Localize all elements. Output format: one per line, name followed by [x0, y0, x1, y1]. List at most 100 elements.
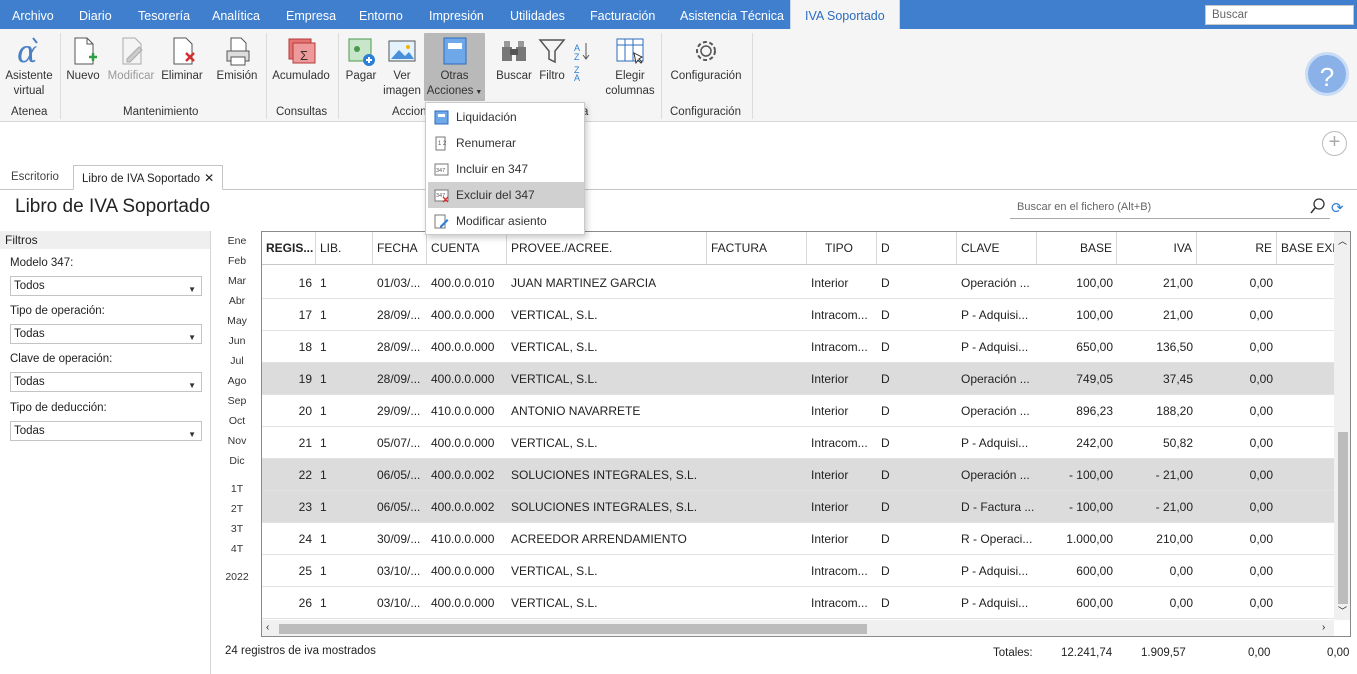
menu-item-liquidacion[interactable]: Liquidación — [428, 104, 584, 130]
elegir-columnas-button[interactable]: Elegir columnas — [604, 35, 656, 99]
menu-item-modificar-asiento[interactable]: Modificar asiento — [428, 208, 584, 234]
col-header-tipo[interactable]: TIPO — [807, 232, 877, 264]
filter-select-tipo-operacion[interactable]: Todas ▼ — [10, 324, 202, 344]
menu-archivo[interactable]: Archivo — [12, 0, 54, 29]
filter-select-tipo-deduccion[interactable]: Todas ▼ — [10, 421, 202, 441]
menu-facturacion[interactable]: Facturación — [590, 0, 655, 29]
quarter-4t[interactable]: 4T — [222, 543, 252, 555]
table-row[interactable]: 25 1 03/10/... 400.0.0.000 VERTICAL, S.L. Int… — [262, 555, 1334, 587]
table-row[interactable]: 22 1 06/05/... 400.0.0.002 SOLUCIONES INTEGR… — [262, 459, 1334, 491]
file-search-input[interactable]: Buscar en el fichero (Alt+B) — [1010, 195, 1330, 219]
menu-impresion[interactable]: Impresión — [429, 0, 484, 29]
month-may[interactable]: May — [222, 315, 252, 327]
asistente-virtual-button[interactable]: α Asistente virtual — [4, 35, 54, 99]
cell-fecha: 28/09/... — [377, 372, 421, 386]
month-feb[interactable]: Feb — [222, 255, 252, 267]
quarter-3t[interactable]: 3T — [222, 523, 252, 535]
col-header-fecha[interactable]: FECHA — [373, 232, 427, 264]
table-row[interactable]: 18 1 28/09/... 400.0.0.000 VERTICAL, S.L. Int… — [262, 331, 1334, 363]
scroll-left-icon[interactable]: ‹ — [266, 622, 269, 633]
filter-select-clave-operacion[interactable]: Todas ▼ — [10, 372, 202, 392]
table-row[interactable]: 20 1 29/09/... 410.0.0.000 ANTONIO NAVARRETE… — [262, 395, 1334, 427]
configuracion-button[interactable]: Configuración — [666, 35, 746, 84]
col-header-base[interactable]: BASE — [1037, 232, 1117, 264]
menu-asistencia-tecnica[interactable]: Asistencia Técnica — [680, 0, 784, 29]
menu-utilidades[interactable]: Utilidades — [510, 0, 565, 29]
col-header-d[interactable]: D — [877, 232, 957, 264]
help-button[interactable]: ? — [1305, 52, 1349, 96]
menu-entorno[interactable]: Entorno — [359, 0, 403, 29]
menu-item-excluir-347[interactable]: 347 Excluir del 347 — [428, 182, 584, 208]
year-2022[interactable]: 2022 — [222, 571, 252, 583]
month-jun[interactable]: Jun — [222, 335, 252, 347]
table-row[interactable]: 17 1 28/09/... 400.0.0.000 VERTICAL, S.L. Int… — [262, 299, 1334, 331]
global-search-input[interactable]: Buscar — [1205, 5, 1354, 25]
col-header-clave[interactable]: CLAVE — [957, 232, 1037, 264]
filtro-button[interactable]: Filtro — [535, 35, 569, 84]
col-header-factura[interactable]: FACTURA — [707, 232, 807, 264]
total-base: 12.241,74 — [1061, 647, 1113, 659]
close-icon[interactable]: ✕ — [204, 171, 214, 185]
search-icon[interactable] — [1310, 198, 1326, 214]
cell-libro: 1 — [320, 596, 327, 610]
menu-item-incluir-347[interactable]: 347 Incluir en 347 — [428, 156, 584, 182]
plus-icon: + — [1328, 131, 1341, 153]
vertical-scrollbar[interactable]: ︿ ﹀ — [1334, 232, 1350, 620]
vertical-scroll-thumb[interactable] — [1338, 432, 1348, 604]
month-dic[interactable]: Dic — [222, 455, 252, 467]
acumulado-button[interactable]: Σ Acumulado — [270, 35, 332, 84]
horizontal-scrollbar[interactable]: ‹ › — [262, 620, 1334, 636]
menu-iva-soportado[interactable]: IVA Soportado — [790, 0, 900, 29]
month-mar[interactable]: Mar — [222, 275, 252, 287]
horizontal-scroll-thumb[interactable] — [279, 624, 867, 634]
cell-proveedor: ACREEDOR ARRENDAMIENTO — [511, 532, 687, 546]
modificar-button[interactable]: Modificar — [104, 35, 158, 84]
col-header-cuenta[interactable]: CUENTA — [427, 232, 507, 264]
col-header-libro[interactable]: LIB. — [316, 232, 373, 264]
refresh-icon[interactable]: ⟳ — [1331, 199, 1344, 217]
menu-item-renumerar[interactable]: 1 2 Renumerar — [428, 130, 584, 156]
buscar-button[interactable]: Buscar — [495, 35, 533, 84]
exclude-347-icon: 347 — [434, 189, 449, 203]
col-header-iva[interactable]: IVA — [1117, 232, 1197, 264]
table-row[interactable]: 24 1 30/09/... 410.0.0.000 ACREEDOR ARRENDAM… — [262, 523, 1334, 555]
col-header-re[interactable]: RE — [1197, 232, 1277, 264]
quarter-2t[interactable]: 2T — [222, 503, 252, 515]
menu-tesoreria[interactable]: Tesorería — [138, 0, 190, 29]
menu-diario[interactable]: Diario — [79, 0, 112, 29]
month-abr[interactable]: Abr — [222, 295, 252, 307]
tab-escritorio[interactable]: Escritorio — [3, 165, 67, 190]
add-tab-button[interactable]: + — [1322, 131, 1347, 156]
month-sep[interactable]: Sep — [222, 395, 252, 407]
nuevo-button[interactable]: Nuevo — [64, 35, 102, 84]
emision-button[interactable]: Emisión — [214, 35, 260, 84]
month-ene[interactable]: Ene — [222, 235, 252, 247]
scroll-down-icon[interactable]: ﹀ — [1338, 604, 1347, 617]
otras-acciones-button[interactable]: Otras Acciones ▼ — [424, 33, 485, 101]
pagar-button[interactable]: Pagar — [342, 35, 380, 84]
quarter-1t[interactable]: 1T — [222, 483, 252, 495]
scroll-right-icon[interactable]: › — [1322, 622, 1325, 633]
month-nov[interactable]: Nov — [222, 435, 252, 447]
month-jul[interactable]: Jul — [222, 355, 252, 367]
menu-empresa[interactable]: Empresa — [286, 0, 336, 29]
cell-proveedor: SOLUCIONES INTEGRALES, S.L. — [511, 468, 698, 482]
table-row[interactable]: 19 1 28/09/... 400.0.0.000 VERTICAL, S.L. Int… — [262, 363, 1334, 395]
tab-libro-iva-soportado[interactable]: Libro de IVA Soportado ✕ — [73, 165, 224, 190]
col-header-registro[interactable]: REGIS... — [262, 232, 316, 264]
table-row[interactable]: 26 1 03/10/... 400.0.0.000 VERTICAL, S.L. Int… — [262, 587, 1334, 619]
table-row[interactable]: 21 1 05/07/... 400.0.0.000 VERTICAL, S.L. Int… — [262, 427, 1334, 459]
filter-select-modelo347[interactable]: Todos ▼ — [10, 276, 202, 296]
col-header-proveedor[interactable]: PROVEE./ACREE. — [507, 232, 707, 264]
month-oct[interactable]: Oct — [222, 415, 252, 427]
menu-analitica[interactable]: Analítica — [212, 0, 260, 29]
sort-button[interactable]: AZZA — [572, 35, 592, 86]
cell-factura — [707, 459, 807, 491]
col-header-base-exenta[interactable]: BASE EXEN — [1277, 232, 1337, 264]
eliminar-button[interactable]: Eliminar — [160, 35, 204, 84]
table-row[interactable]: 16 1 01/03/... 400.0.0.010 JUAN MARTINEZ GAR… — [262, 267, 1334, 299]
ver-imagen-button[interactable]: Ver imagen — [382, 35, 422, 99]
month-ago[interactable]: Ago — [222, 375, 252, 387]
table-row[interactable]: 23 1 06/05/... 400.0.0.002 SOLUCIONES INTEGR… — [262, 491, 1334, 523]
scroll-up-icon[interactable]: ︿ — [1338, 234, 1347, 247]
